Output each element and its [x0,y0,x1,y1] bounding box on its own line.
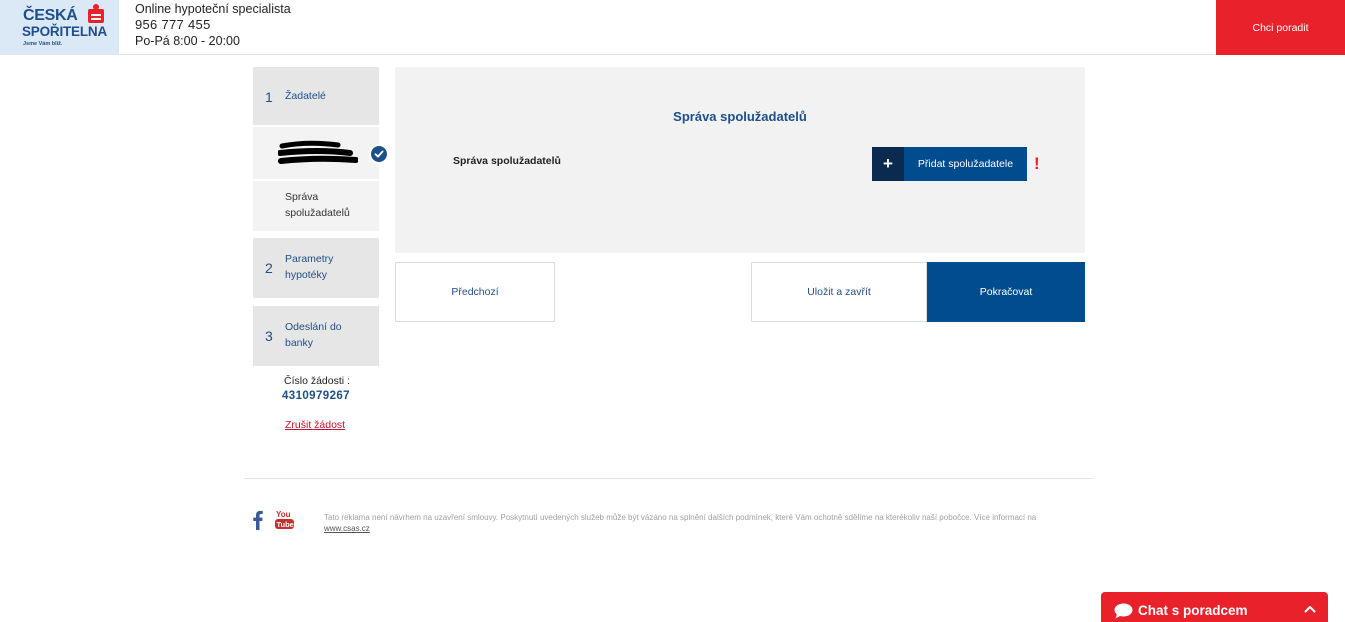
sidebar-step-applicants[interactable]: 1 Žadatelé [253,67,379,125]
disclaimer-text: Tato reklama není návrhem na uzavření sm… [324,513,1037,522]
coapplicants-row-label: Správa spolužadatelů [453,155,561,167]
step-label: Parametry hypotéky [285,253,334,281]
footer-divider [244,478,1094,479]
youtube-icon[interactable]: You Tube [275,509,294,530]
logo-text-line2: SPOŘITELNA [22,24,108,39]
chat-label: Chat s poradcem [1138,603,1248,618]
csas-link[interactable]: www.csas.cz [324,524,370,533]
request-number: 4310979267 [282,390,350,402]
svg-text:You: You [276,510,291,519]
cancel-request-link[interactable]: Zrušit žádost [285,419,345,431]
completed-check-icon [369,144,389,164]
subitem-label: Správa spolužadatelů [285,191,350,219]
svg-text:Tube: Tube [277,520,294,529]
chat-bubble-icon [1114,603,1133,619]
logo[interactable]: ČESKÁ SPOŘITELNA Jsme Vám blíž. [0,0,119,55]
save-and-close-button[interactable]: Uložit a zavřít [751,262,927,322]
logo-tagline: Jsme Vám blíž. [23,41,63,47]
footer-disclaimer: Tato reklama není návrhem na uzavření sm… [324,512,1084,534]
applicant-item[interactable] [253,127,379,179]
warning-icon: ! [1034,154,1040,173]
sidebar-step-send-to-bank[interactable]: 3 Odeslání do banky [253,306,379,366]
redacted-name [278,140,358,164]
continue-button[interactable]: Pokračovat [927,262,1085,322]
coapplicants-panel: Správa spolužadatelů Správa spolužadatel… [395,67,1085,253]
sidebar-step-mortgage-parameters[interactable]: 2 Parametry hypotéky [253,238,379,298]
step-number: 2 [265,260,273,276]
request-number-label: Číslo žádosti : [284,375,350,387]
logo-mark-icon [88,4,104,23]
step-label: Žadatelé [285,90,326,102]
previous-button[interactable]: Předchozí [395,262,555,322]
step-number: 1 [265,89,273,105]
add-coapplicant-button[interactable]: + Přidat spolužadatele [872,147,1027,181]
contact-info: Online hypoteční specialista 956 777 455… [135,2,291,49]
contact-phone[interactable]: 956 777 455 [135,17,291,33]
sidebar-subitem-coapplicants[interactable]: Správa spolužadatelů [253,181,379,231]
logo-text-line1: ČESKÁ [23,7,78,24]
facebook-icon[interactable] [253,510,263,530]
add-coapplicant-label: Přidat spolužadatele [917,158,1014,170]
header: ČESKÁ SPOŘITELNA Jsme Vám blíž. Online h… [0,0,1345,55]
contact-hours: Po-Pá 8:00 - 20:00 [135,34,240,48]
chevron-up-icon[interactable] [1304,605,1316,613]
step-number: 3 [265,328,273,344]
panel-title: Správa spolužadatelů [673,109,807,124]
step-label: Odeslání do banky [285,321,342,349]
advise-button[interactable]: Chci poradit [1216,0,1345,55]
contact-title: Online hypoteční specialista [135,2,291,16]
plus-icon: + [872,147,904,181]
chat-widget[interactable]: Chat s poradcem [1101,592,1328,622]
